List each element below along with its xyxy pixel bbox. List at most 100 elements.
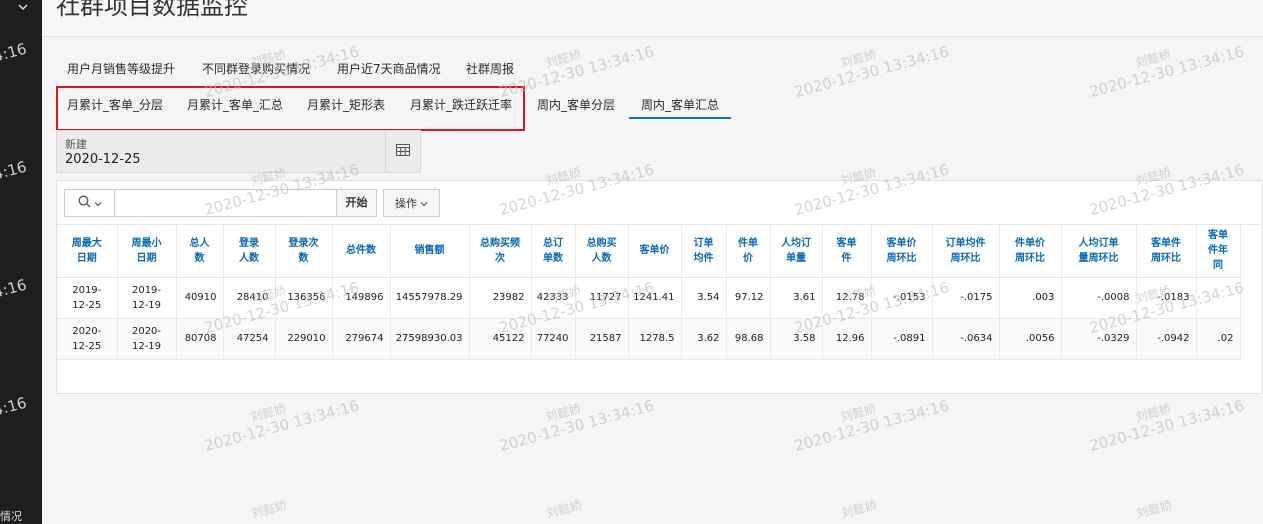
column-header-items-per-user-yoy[interactable]: 客单件年同: [1196, 225, 1241, 278]
watermark-time: 13:34:16: [0, 39, 29, 75]
cell-items-per-user: 12.78: [822, 277, 872, 319]
chevron-down-icon[interactable]: [18, 0, 28, 14]
column-header-week-max-date[interactable]: 周最大日期: [57, 225, 118, 278]
cell-items-per-user-yoy: [1196, 277, 1241, 319]
cell-item-price: 97.12: [726, 277, 771, 319]
date-picker-field[interactable]: 新建 2020-12-25: [56, 130, 386, 173]
cell-items-per-order-wow: -.0634: [932, 318, 1000, 360]
cell-item-price: 98.68: [726, 318, 771, 360]
go-button[interactable]: 开始: [336, 189, 377, 217]
tab-user-7day-goods[interactable]: 用户近7天商品情况: [337, 55, 441, 83]
title-bar: 社群项目数据监控: [42, 0, 1263, 37]
tab-group-login-purchase[interactable]: 不同群登录购买情况: [202, 55, 310, 83]
search-column-selector[interactable]: [65, 190, 115, 216]
date-field-label: 新建: [65, 138, 87, 151]
cell-login-count: 136356: [275, 277, 333, 319]
cell-orders-per-user: 3.58: [770, 318, 823, 360]
left-nav: 情况 13:34:16 13:34:16 13:34:16 13:34:16: [0, 0, 42, 524]
report-table: 周最大日期 周最小日期 总人数 登录人数 登录次数 总件数 销售额 总购买频次 …: [57, 225, 1241, 360]
column-header-item-price[interactable]: 件单价: [726, 225, 771, 278]
column-header-total-buyers[interactable]: 总购买人数: [575, 225, 629, 278]
search-input[interactable]: [116, 190, 336, 216]
column-header-aov-wow[interactable]: 客单价周环比: [871, 225, 933, 278]
cell-week-min-date: 2019-12-19: [117, 277, 177, 319]
annotation-highlight-box: [56, 86, 525, 131]
column-header-sales[interactable]: 销售额: [390, 225, 470, 278]
actions-label: 操作: [395, 197, 417, 210]
cell-orders-per-user-wow: -.0008: [1061, 277, 1137, 319]
column-header-orders-per-user[interactable]: 人均订单量: [770, 225, 823, 278]
cell-total-buyers: 21587: [575, 318, 629, 360]
column-header-avg-order-value[interactable]: 客单价: [628, 225, 682, 278]
cell-purchase-frequency: 23982: [469, 277, 532, 319]
watermark: 刘懿娇 2020-12-30 13:34:16: [792, 42, 951, 102]
column-header-login-users[interactable]: 登录人数: [223, 225, 276, 278]
cell-items-per-user-wow: -.0942: [1136, 318, 1197, 360]
report-toolbar: 开始 操作: [57, 181, 1263, 225]
cell-avg-order-value: 1241.41: [628, 277, 682, 319]
watermark: 刘懿娇: [839, 497, 879, 521]
table-row: 2020-12-25 2020-12-19 80708 47254 229010…: [57, 318, 1241, 360]
interactive-report: 开始 操作 周最大日期 周最小日期 总人数 登录人数 登录次数 总件数 销售额 …: [56, 180, 1263, 394]
tab-weekly-customer-summary[interactable]: 周内_客单汇总: [629, 91, 732, 119]
cell-sales: 14557978.29: [390, 277, 470, 319]
cell-week-min-date: 2020-12-19: [117, 318, 177, 360]
tab-community-weekly[interactable]: 社群周报: [466, 55, 514, 83]
cell-total-users: 80708: [176, 318, 224, 360]
cell-total-orders: 42333: [531, 277, 576, 319]
chevron-down-icon: [94, 196, 102, 210]
cell-item-price-wow: .003: [999, 277, 1062, 319]
calendar-button[interactable]: [385, 130, 421, 173]
cell-avg-order-value: 1278.5: [628, 318, 682, 360]
cell-login-users: 28410: [223, 277, 276, 319]
calendar-icon: [396, 144, 410, 159]
column-header-week-min-date[interactable]: 周最小日期: [117, 225, 177, 278]
column-header-items-per-order-wow[interactable]: 订单均件周环比: [932, 225, 1000, 278]
column-header-items-per-order[interactable]: 订单均件: [681, 225, 727, 278]
column-header-total-users[interactable]: 总人数: [176, 225, 224, 278]
cell-total-buyers: 11727: [575, 277, 629, 319]
column-header-total-orders[interactable]: 总订单数: [531, 225, 576, 278]
column-header-total-items[interactable]: 总件数: [332, 225, 391, 278]
cell-items-per-order: 3.62: [681, 318, 727, 360]
cell-total-items: 149896: [332, 277, 391, 319]
watermark-time: 13:34:16: [0, 275, 29, 311]
cell-purchase-frequency: 45122: [469, 318, 532, 360]
tab-weekly-customer-tier[interactable]: 周内_客单分层: [537, 91, 615, 119]
column-header-items-per-user-wow[interactable]: 客单件周环比: [1136, 225, 1197, 278]
cell-orders-per-user: 3.61: [770, 277, 823, 319]
main-content: 社群项目数据监控 用户月销售等级提升 不同群登录购买情况 用户近7天商品情况 社…: [42, 0, 1263, 524]
cell-week-max-date: 2019-12-25: [57, 277, 118, 319]
cell-sales: 27598930.03: [390, 318, 470, 360]
nav-item-label[interactable]: 情况: [0, 508, 22, 524]
search-bar: [64, 189, 337, 217]
watermark: 刘懿娇 2020-12-30 13:34:16: [1087, 42, 1246, 102]
cell-items-per-user-wow: -.0183: [1136, 277, 1197, 319]
search-icon: [78, 195, 91, 211]
cell-login-count: 229010: [275, 318, 333, 360]
chevron-down-icon: [420, 197, 428, 210]
cell-total-items: 279674: [332, 318, 391, 360]
column-header-orders-per-user-wow[interactable]: 人均订单量周环比: [1061, 225, 1137, 278]
watermark: 刘懿娇: [249, 497, 289, 521]
cell-orders-per-user-wow: -.0329: [1061, 318, 1137, 360]
cell-total-users: 40910: [176, 277, 224, 319]
watermark: 刘懿娇: [1134, 497, 1174, 521]
cell-login-users: 47254: [223, 318, 276, 360]
page-title: 社群项目数据监控: [56, 0, 248, 20]
actions-menu-button[interactable]: 操作: [383, 189, 440, 217]
date-field-value[interactable]: 2020-12-25: [65, 152, 141, 167]
cell-aov-wow: -.0153: [871, 277, 933, 319]
cell-week-max-date: 2020-12-25: [57, 318, 118, 360]
tab-monthly-sales-level[interactable]: 用户月销售等级提升: [67, 55, 175, 83]
column-header-item-price-wow[interactable]: 件单价周环比: [999, 225, 1062, 278]
watermark-time: 13:34:16: [0, 393, 29, 429]
table-header-row: 周最大日期 周最小日期 总人数 登录人数 登录次数 总件数 销售额 总购买频次 …: [57, 225, 1241, 278]
cell-items-per-order-wow: -.0175: [932, 277, 1000, 319]
watermark: 刘懿娇: [544, 497, 584, 521]
column-header-login-count[interactable]: 登录次数: [275, 225, 333, 278]
column-header-items-per-user[interactable]: 客单件: [822, 225, 872, 278]
cell-items-per-order: 3.54: [681, 277, 727, 319]
column-header-purchase-frequency[interactable]: 总购买频次: [469, 225, 532, 278]
watermark-time: 13:34:16: [0, 157, 29, 193]
